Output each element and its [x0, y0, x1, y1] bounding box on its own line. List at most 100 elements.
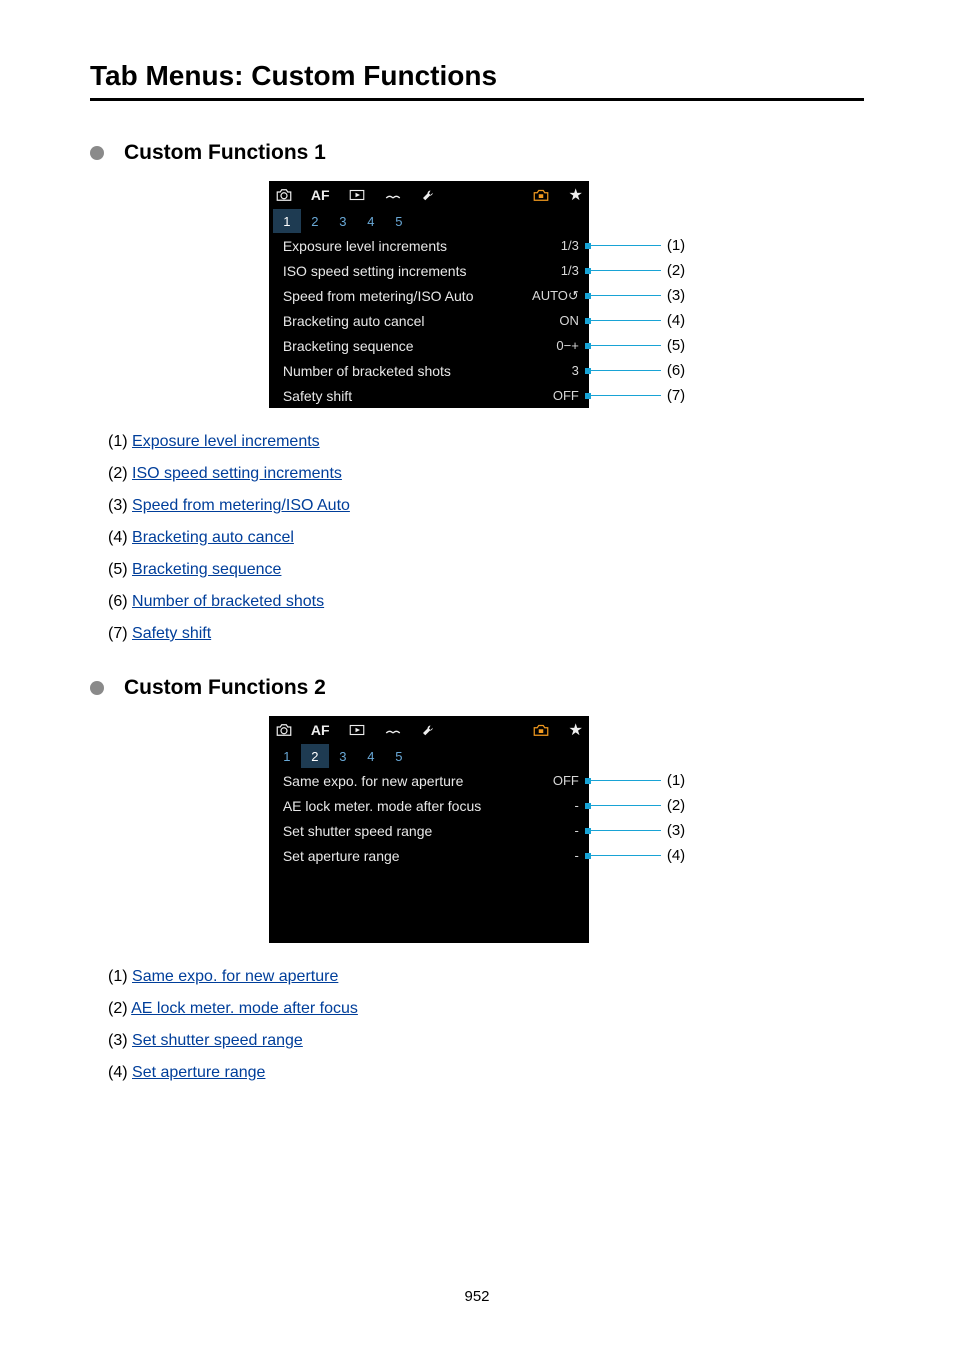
reference-link[interactable]: ISO speed setting increments: [132, 465, 342, 482]
menu-row[interactable]: Set shutter speed range -: [269, 818, 589, 843]
tab-custom-functions-icon[interactable]: [532, 716, 550, 744]
reference-link[interactable]: Set aperture range: [132, 1064, 265, 1081]
tab-network-icon[interactable]: [384, 716, 402, 744]
callout-number: (4): [667, 312, 685, 329]
reference-link-row: (6) Number of bracketed shots: [108, 586, 864, 618]
subtab-5[interactable]: 5: [385, 744, 413, 768]
menu-row-label: Bracketing auto cancel: [283, 313, 425, 329]
reference-num: (5): [108, 561, 128, 578]
reference-link[interactable]: Bracketing auto cancel: [132, 529, 294, 546]
leader-line: [589, 370, 661, 371]
reference-link-row: (4) Bracketing auto cancel: [108, 522, 864, 554]
tab-mymenu-icon[interactable]: ★: [568, 716, 582, 744]
menu-row[interactable]: AE lock meter. mode after focus -: [269, 793, 589, 818]
tab-shoot-icon[interactable]: [275, 181, 293, 209]
tab-setup-icon[interactable]: [420, 716, 438, 744]
subtab-1[interactable]: 1: [273, 744, 301, 768]
tab-network-icon[interactable]: [384, 181, 402, 209]
callout-number: (6): [667, 362, 685, 379]
section-header: Custom Functions 2: [90, 676, 864, 700]
reference-link-row: (7) Safety shift: [108, 618, 864, 650]
page-number: 952: [0, 1288, 954, 1305]
menu-row[interactable]: Exposure level increments 1/3: [269, 233, 589, 258]
camera-menu-screen: AF ★ 12345 Exposure level increments 1/3…: [269, 181, 589, 408]
menu-list: Same expo. for new aperture OFF AE lock …: [269, 768, 589, 943]
callout-number: (1): [667, 772, 685, 789]
callout: (6): [589, 358, 685, 383]
reference-link[interactable]: Set shutter speed range: [132, 1032, 303, 1049]
menu-row-label: Number of bracketed shots: [283, 363, 451, 379]
reference-link[interactable]: Speed from metering/ISO Auto: [132, 497, 350, 514]
menu-row-empty: [269, 868, 589, 893]
subtab-1[interactable]: 1: [273, 209, 301, 233]
leader-line: [589, 270, 661, 271]
reference-link-row: (1) Same expo. for new aperture: [108, 961, 864, 993]
reference-num: (4): [108, 529, 128, 546]
menu-row[interactable]: Same expo. for new aperture OFF: [269, 768, 589, 793]
reference-link[interactable]: Bracketing sequence: [132, 561, 281, 578]
menu-row[interactable]: Speed from metering/ISO Auto AUTO↺: [269, 283, 589, 308]
menu-row-label: Set shutter speed range: [283, 823, 432, 839]
bullet-icon: [90, 146, 104, 160]
menu-row[interactable]: Number of bracketed shots 3: [269, 358, 589, 383]
tab-setup-icon[interactable]: [420, 181, 438, 209]
reference-num: (7): [108, 625, 128, 642]
subtab-2[interactable]: 2: [301, 744, 329, 768]
reference-link[interactable]: Number of bracketed shots: [132, 593, 324, 610]
menu-row-label: Set aperture range: [283, 848, 400, 864]
menu-row-value: AUTO↺: [532, 288, 579, 304]
subtab-2[interactable]: 2: [301, 209, 329, 233]
menu-row[interactable]: ISO speed setting increments 1/3: [269, 258, 589, 283]
menu-row-label: AE lock meter. mode after focus: [283, 798, 481, 814]
subtab-5[interactable]: 5: [385, 209, 413, 233]
menu-row-empty: [269, 918, 589, 943]
menu-row-value: 3: [572, 363, 579, 378]
leader-line: [589, 805, 661, 806]
menu-top-tabs: AF ★: [269, 181, 589, 209]
reference-link[interactable]: Exposure level increments: [132, 433, 320, 450]
reference-link[interactable]: Safety shift: [132, 625, 211, 642]
callout: (1): [589, 233, 685, 258]
callout: (1): [589, 768, 685, 793]
subtab-4[interactable]: 4: [357, 209, 385, 233]
leader-line: [589, 320, 661, 321]
reference-link[interactable]: AE lock meter. mode after focus: [131, 1000, 358, 1017]
leader-line: [589, 830, 661, 831]
tab-af[interactable]: AF: [311, 716, 330, 744]
tab-af[interactable]: AF: [311, 181, 330, 209]
menu-row[interactable]: Bracketing auto cancel ON: [269, 308, 589, 333]
callout-number: (7): [667, 387, 685, 404]
reference-num: (3): [108, 1032, 128, 1049]
callout-number: (5): [667, 337, 685, 354]
tab-mymenu-icon[interactable]: ★: [568, 181, 582, 209]
menu-row-label: Exposure level increments: [283, 238, 447, 254]
reference-num: (1): [108, 968, 128, 985]
menu-row-value: 1/3: [561, 263, 579, 278]
reference-link-row: (1) Exposure level increments: [108, 426, 864, 458]
menu-row[interactable]: Bracketing sequence 0−+: [269, 333, 589, 358]
leader-line: [589, 780, 661, 781]
menu-row-label: Bracketing sequence: [283, 338, 414, 354]
menu-row-value: OFF: [553, 773, 579, 788]
tab-shoot-icon[interactable]: [275, 716, 293, 744]
reference-num: (3): [108, 497, 128, 514]
reference-link[interactable]: Same expo. for new aperture: [132, 968, 338, 985]
menu-row-value: ON: [559, 313, 579, 328]
callout: (3): [589, 283, 685, 308]
section-title: Custom Functions 2: [124, 676, 326, 700]
menu-row-empty: [269, 893, 589, 918]
callout: (7): [589, 383, 685, 408]
subtab-3[interactable]: 3: [329, 744, 357, 768]
tab-playback-icon[interactable]: [348, 716, 366, 744]
menu-row-value: 0−+: [556, 338, 578, 353]
menu-row[interactable]: Safety shift OFF: [269, 383, 589, 408]
menu-row[interactable]: Set aperture range -: [269, 843, 589, 868]
subtab-4[interactable]: 4: [357, 744, 385, 768]
reference-link-row: (3) Speed from metering/ISO Auto: [108, 490, 864, 522]
reference-num: (4): [108, 1064, 128, 1081]
tab-custom-functions-icon[interactable]: [532, 181, 550, 209]
reference-num: (2): [108, 465, 128, 482]
callout: (3): [589, 818, 685, 843]
tab-playback-icon[interactable]: [348, 181, 366, 209]
subtab-3[interactable]: 3: [329, 209, 357, 233]
